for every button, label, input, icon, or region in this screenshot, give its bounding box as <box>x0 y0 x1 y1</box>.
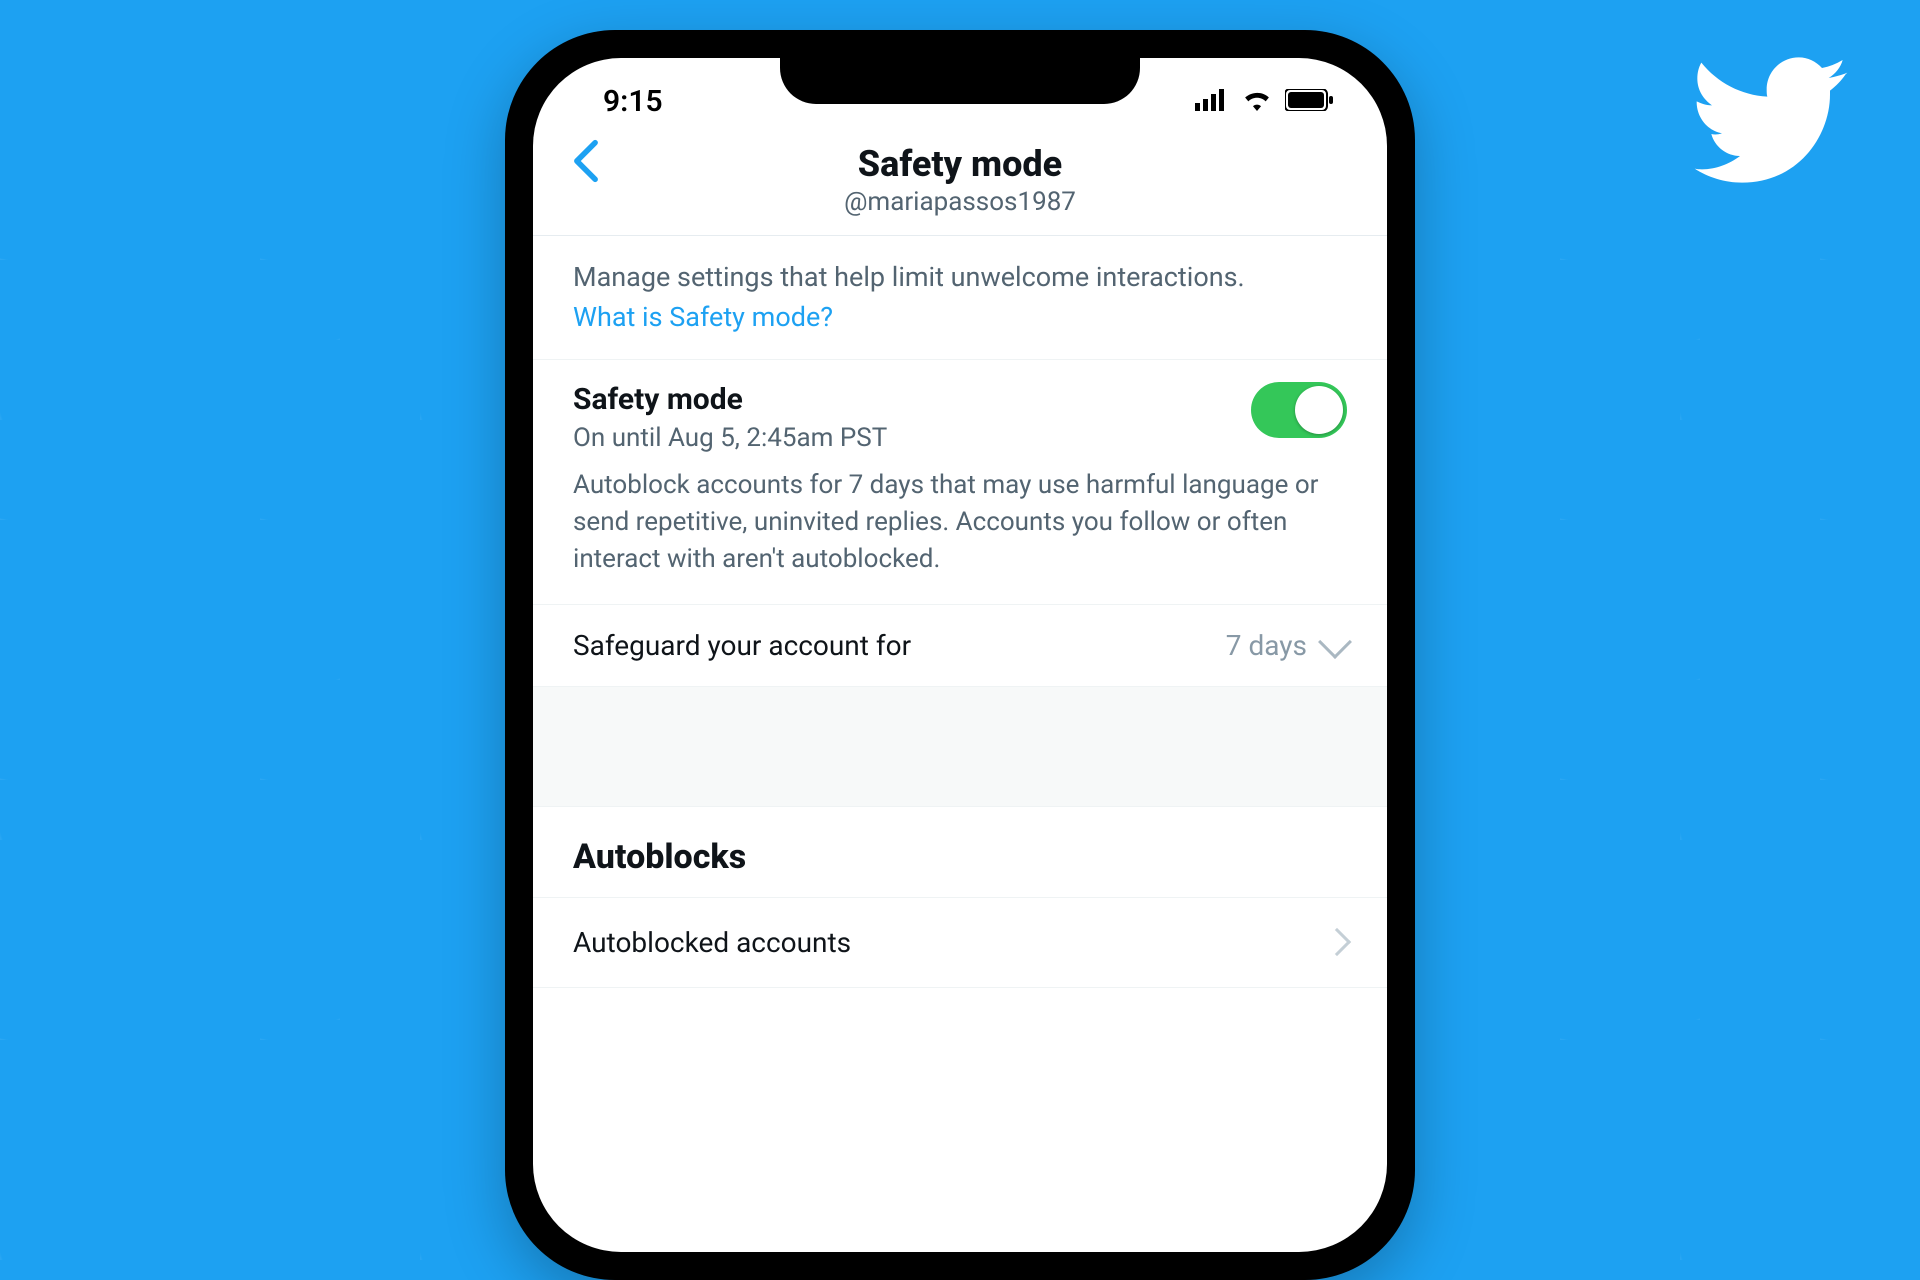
chevron-right-icon <box>1323 928 1351 956</box>
page-title: Safety mode <box>533 143 1387 185</box>
section-spacer <box>533 687 1387 807</box>
safeguard-duration-row[interactable]: Safeguard your account for 7 days <box>533 605 1387 687</box>
phone-frame: 9:15 Safety mode @mariapassos1987 <box>505 30 1415 1280</box>
safeguard-duration-value: 7 days <box>1226 629 1307 662</box>
battery-icon <box>1285 84 1333 119</box>
chevron-down-icon <box>1318 625 1352 659</box>
cellular-icon <box>1195 84 1229 119</box>
autoblocks-heading: Autoblocks <box>533 807 1387 898</box>
safety-mode-toggle[interactable] <box>1251 382 1347 438</box>
page-subtitle: @mariapassos1987 <box>533 187 1387 217</box>
safeguard-duration-label: Safeguard your account for <box>573 629 911 662</box>
safety-mode-title: Safety mode <box>573 382 1231 417</box>
safety-mode-section: Safety mode On until Aug 5, 2:45am PST A… <box>533 360 1387 605</box>
back-button[interactable] <box>573 139 599 187</box>
autoblocked-accounts-label: Autoblocked accounts <box>573 926 851 959</box>
phone-notch <box>780 58 1140 104</box>
wifi-icon <box>1241 84 1273 119</box>
phone-screen: 9:15 Safety mode @mariapassos1987 <box>533 58 1387 1252</box>
status-time: 9:15 <box>603 84 663 119</box>
intro-section: Manage settings that help limit unwelcom… <box>533 236 1387 360</box>
intro-description: Manage settings that help limit unwelcom… <box>573 258 1347 297</box>
what-is-safety-mode-link[interactable]: What is Safety mode? <box>573 301 833 333</box>
autoblocked-accounts-row[interactable]: Autoblocked accounts <box>533 898 1387 988</box>
twitter-logo-icon <box>1690 40 1850 200</box>
safety-mode-description: Autoblock accounts for 7 days that may u… <box>573 467 1347 578</box>
page-header: Safety mode @mariapassos1987 <box>533 133 1387 236</box>
safety-mode-status: On until Aug 5, 2:45am PST <box>573 423 1231 453</box>
